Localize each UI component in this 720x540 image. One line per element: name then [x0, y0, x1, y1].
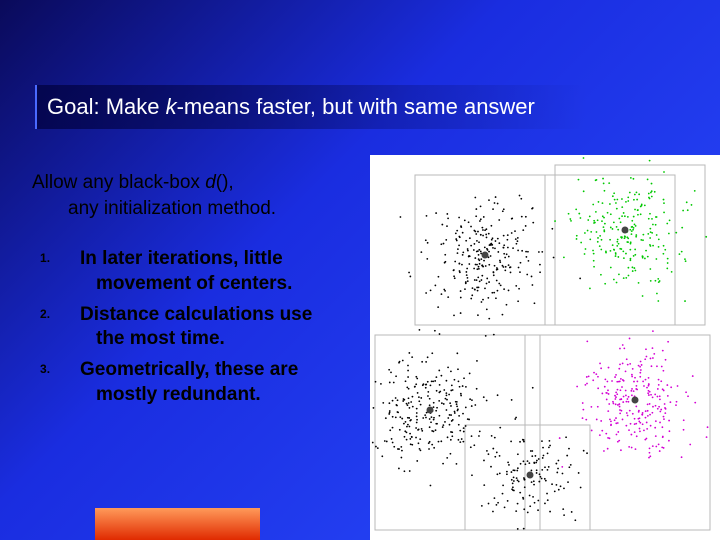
intro-line1-post: (), [216, 172, 234, 193]
point-text-cont: movement of centers. [96, 273, 292, 294]
title-em: k [166, 94, 177, 119]
point-text-cont: the most time. [96, 328, 225, 349]
scatter-figure [370, 155, 720, 540]
slide: Goal: Make k-means faster, but with same… [0, 0, 720, 540]
decorative-bar [95, 508, 260, 540]
content-area: Allow any black-box d(), any initializat… [32, 170, 372, 413]
intro-line1-em: d [205, 172, 216, 193]
title-post: -means faster, but with same answer [177, 94, 535, 119]
intro-line2: any initialization method. [68, 196, 372, 222]
title-pre: Goal: Make [47, 94, 166, 119]
list-item: Geometrically, these are mostly redundan… [32, 358, 372, 407]
points-list: In later iterations, little movement of … [32, 247, 372, 407]
point-text-cont: mostly redundant. [96, 384, 261, 405]
list-item: In later iterations, little movement of … [32, 247, 372, 296]
scatter-plot [370, 155, 720, 540]
list-item: Distance calculations use the most time. [32, 303, 372, 352]
point-text: Distance calculations use [80, 304, 312, 325]
intro-line1-pre: Allow any black-box [32, 172, 205, 193]
point-text: In later iterations, little [80, 248, 283, 269]
point-text: Geometrically, these are [80, 359, 298, 380]
slide-title: Goal: Make k-means faster, but with same… [47, 94, 535, 120]
intro-text: Allow any black-box d(), any initializat… [32, 170, 372, 221]
intro-line1: Allow any black-box d(), [32, 170, 372, 196]
title-box: Goal: Make k-means faster, but with same… [35, 85, 587, 129]
